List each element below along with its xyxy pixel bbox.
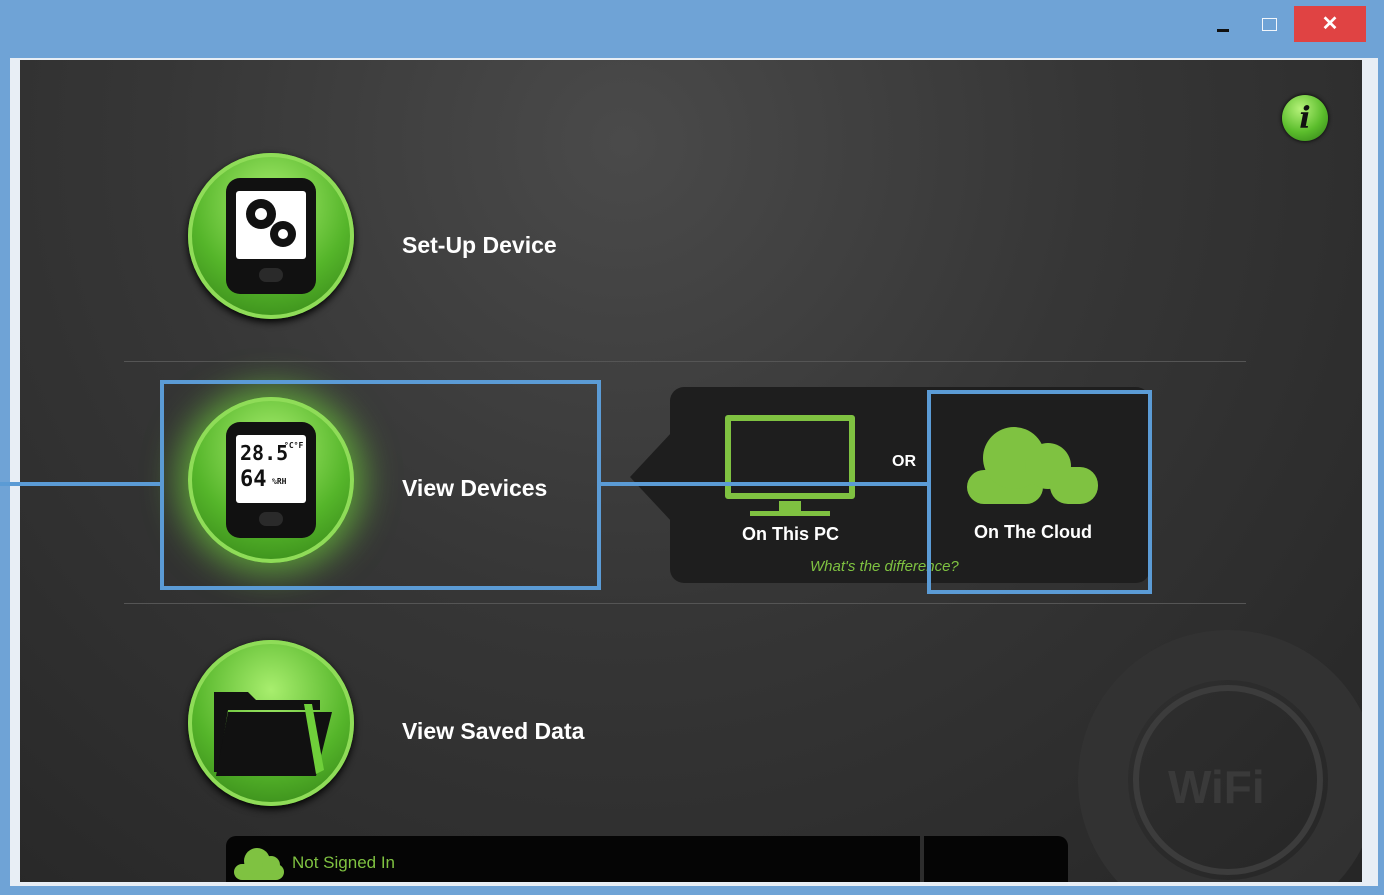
popup-pointer bbox=[630, 432, 672, 522]
folder-icon bbox=[214, 692, 332, 776]
window-titlebar: ✕ bbox=[0, 0, 1384, 58]
sign-in-status[interactable]: Not Signed In bbox=[292, 853, 395, 873]
gear-icon-small bbox=[270, 221, 296, 247]
minimize-icon bbox=[1217, 28, 1229, 32]
status-bar: Not Signed In bbox=[226, 836, 1068, 882]
monitor-base bbox=[750, 511, 830, 516]
or-label: OR bbox=[892, 453, 916, 470]
status-separator bbox=[920, 836, 924, 882]
device-screen bbox=[236, 191, 306, 259]
maximize-icon bbox=[1261, 17, 1277, 31]
divider-2 bbox=[124, 603, 1246, 604]
view-saved-data-button[interactable] bbox=[188, 640, 354, 806]
info-button[interactable]: i bbox=[1282, 95, 1328, 141]
monitor-icon[interactable] bbox=[725, 415, 855, 499]
callout-line-left bbox=[0, 482, 162, 486]
gear-icon bbox=[246, 199, 276, 229]
setup-device-button[interactable] bbox=[188, 153, 354, 319]
monitor-stand bbox=[779, 501, 801, 511]
wifi-watermark-text: WiFi bbox=[1168, 761, 1265, 813]
on-the-cloud-highlight bbox=[927, 390, 1152, 594]
close-button[interactable]: ✕ bbox=[1294, 6, 1366, 42]
callout-line-middle bbox=[600, 482, 930, 486]
close-icon: ✕ bbox=[1321, 13, 1339, 35]
device-button-shape bbox=[259, 268, 283, 282]
view-saved-data-label[interactable]: View Saved Data bbox=[402, 718, 584, 745]
view-devices-highlight bbox=[160, 380, 601, 590]
device-icon bbox=[226, 178, 316, 294]
divider-1 bbox=[124, 361, 1246, 362]
minimize-button[interactable] bbox=[1206, 6, 1240, 42]
info-icon: i bbox=[1299, 100, 1311, 136]
on-this-pc-option[interactable]: On This PC bbox=[742, 524, 839, 545]
setup-device-label[interactable]: Set-Up Device bbox=[402, 232, 557, 259]
maximize-button[interactable] bbox=[1252, 6, 1286, 42]
